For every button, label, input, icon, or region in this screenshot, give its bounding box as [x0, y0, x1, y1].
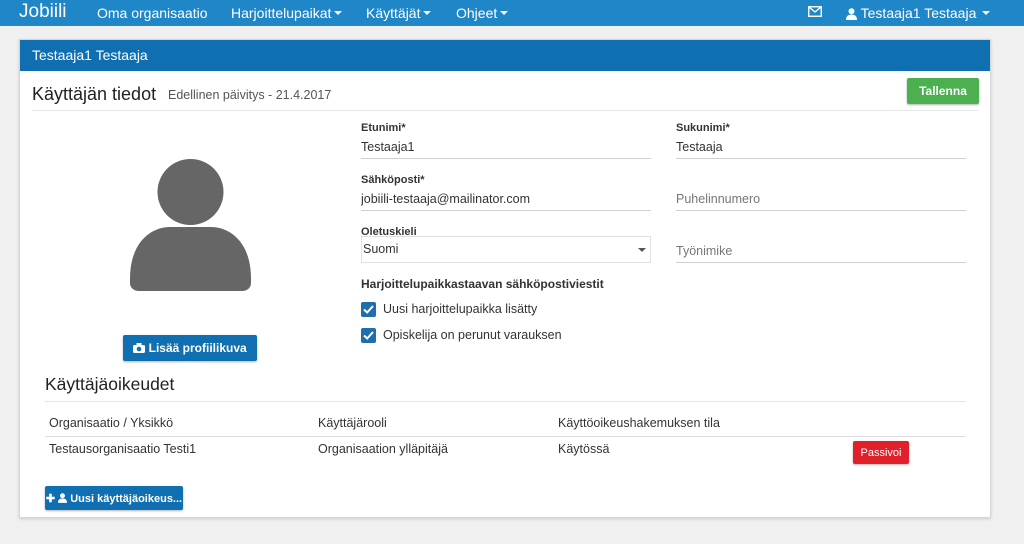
- email-field[interactable]: [361, 187, 651, 211]
- table-header-divider: [45, 436, 966, 437]
- row-status: Käytössä: [558, 442, 610, 456]
- new-placement-checkbox-label: Uusi harjoittelupaikka lisätty: [383, 302, 538, 316]
- language-select[interactable]: Suomi: [361, 236, 651, 263]
- lastname-field[interactable]: [676, 135, 966, 159]
- nav-oma-organisaatio[interactable]: Oma organisaatio: [97, 0, 208, 26]
- new-placement-checkbox[interactable]: [361, 302, 376, 317]
- rights-divider: [45, 401, 966, 402]
- nav-oma-organisaatio-label: Oma organisaatio: [97, 5, 208, 21]
- add-profile-photo-label: Lisää profiilikuva: [148, 341, 247, 355]
- cancelled-booking-checkbox-label: Opiskelija on perunut varauksen: [383, 328, 562, 342]
- avatar-placeholder-icon: [130, 159, 251, 291]
- add-profile-photo-button[interactable]: Lisää profiilikuva: [123, 335, 257, 361]
- nav-ohjeet-label: Ohjeet: [456, 5, 498, 21]
- nav-harjoittelupaikat[interactable]: Harjoittelupaikat: [231, 0, 343, 26]
- envelope-icon[interactable]: [808, 6, 822, 18]
- firstname-label: Etunimi*: [361, 122, 406, 134]
- phone-field[interactable]: [676, 187, 966, 211]
- column-header-organisation: Organisaatio / Yksikkö: [49, 416, 174, 430]
- title-divider: [32, 110, 978, 111]
- top-navbar: Jobiili Oma organisaatio Harjoittelupaik…: [0, 0, 1024, 26]
- chevron-down-icon: [982, 11, 991, 16]
- brand-logo[interactable]: Jobiili: [19, 0, 67, 24]
- rights-title: Käyttäjäoikeudet: [45, 374, 175, 394]
- email-label: Sähköposti*: [361, 174, 425, 186]
- chevron-down-icon: [638, 248, 646, 252]
- chevron-down-icon: [423, 11, 432, 16]
- chevron-down-icon: [334, 11, 343, 16]
- camera-icon: [133, 343, 146, 353]
- passivate-button[interactable]: Passivoi: [853, 441, 909, 464]
- panel-heading: Testaaja1 Testaaja: [20, 40, 990, 71]
- column-header-status: Käyttöoikeushakemuksen tila: [558, 416, 720, 430]
- checkmark-icon: [363, 305, 374, 314]
- language-select-value: Suomi: [363, 242, 399, 256]
- notifications-title: Harjoittelupaikkastaavan sähköpostiviest…: [361, 277, 604, 291]
- last-update-text: Edellinen päivitys - 21.4.2017: [168, 88, 332, 102]
- user-panel: Testaaja1 Testaaja Käyttäjän tiedot Edel…: [19, 39, 991, 518]
- new-user-right-label: Uusi käyttäjäoikeus...: [70, 492, 183, 505]
- column-header-role: Käyttäjärooli: [318, 416, 387, 430]
- row-organisation: Testausorganisaatio Testi1: [49, 442, 197, 456]
- user-icon: [58, 492, 68, 503]
- user-menu[interactable]: Testaaja1 Testaaja: [846, 0, 991, 26]
- user-menu-label: Testaaja1 Testaaja: [860, 5, 977, 21]
- nav-kayttajat-label: Käyttäjät: [366, 5, 421, 21]
- nav-harjoittelupaikat-label: Harjoittelupaikat: [231, 5, 332, 21]
- cancelled-booking-checkbox[interactable]: [361, 328, 376, 343]
- page-title: Käyttäjän tiedot: [32, 84, 157, 104]
- nav-ohjeet[interactable]: Ohjeet: [456, 0, 509, 26]
- firstname-field[interactable]: [361, 135, 651, 159]
- jobtitle-field[interactable]: [676, 239, 966, 263]
- chevron-down-icon: [500, 11, 509, 16]
- checkmark-icon: [363, 331, 374, 340]
- lastname-label: Sukunimi*: [676, 122, 730, 134]
- save-button[interactable]: Tallenna: [907, 78, 979, 104]
- nav-kayttajat[interactable]: Käyttäjät: [366, 0, 432, 26]
- new-user-right-button[interactable]: ✚ Uusi käyttäjäoikeus...: [45, 486, 183, 510]
- user-icon: [846, 8, 857, 21]
- plus-icon: ✚: [45, 492, 56, 505]
- row-role: Organisaation ylläpitäjä: [318, 442, 448, 456]
